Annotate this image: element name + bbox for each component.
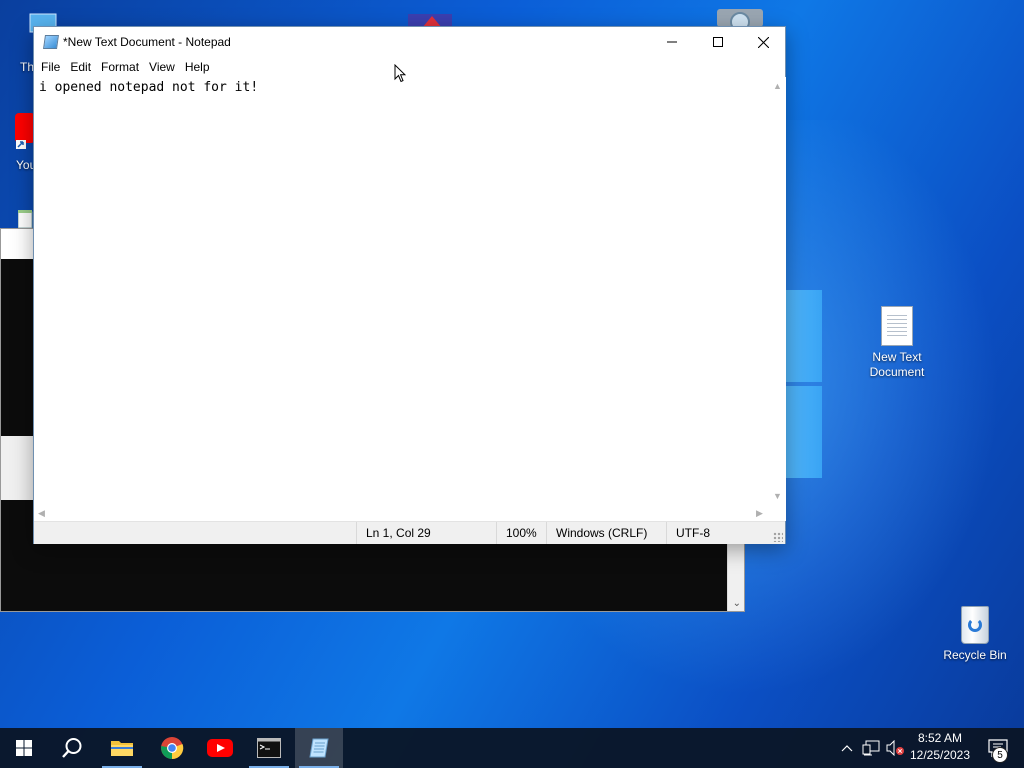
tray-overflow-button[interactable] (838, 728, 856, 768)
chevron-down-icon[interactable]: ▼ (773, 491, 782, 501)
notepad-icon (309, 738, 329, 758)
scrollbar-corner (770, 505, 786, 521)
taskbar-terminal[interactable] (245, 728, 293, 768)
folder-icon (111, 741, 133, 756)
youtube-shortcut-icon[interactable] (15, 113, 35, 149)
windows-logo-icon (16, 740, 32, 756)
text-editor-area[interactable]: i opened notepad not for it! (34, 77, 770, 505)
clock-date: 12/25/2023 (909, 748, 971, 762)
notepad-shortcut-icon[interactable] (17, 210, 34, 229)
notepad-titlebar[interactable]: *New Text Document - Notepad (34, 27, 785, 57)
text-document-icon (881, 306, 913, 346)
status-line-ending: Windows (CRLF) (546, 522, 666, 544)
network-icon (862, 740, 880, 756)
maximize-button[interactable] (695, 27, 741, 57)
network-button[interactable] (860, 728, 882, 768)
chevron-down-icon[interactable]: ⌄ (733, 598, 741, 609)
clock-time: 8:52 AM (917, 731, 963, 745)
search-icon (62, 738, 82, 758)
window-title: *New Text Document - Notepad (63, 35, 231, 49)
volume-muted-icon (886, 740, 904, 756)
notepad-icon (43, 35, 59, 49)
taskbar-file-explorer[interactable] (98, 728, 146, 768)
notepad-window[interactable]: *New Text Document - Notepad File Edit F… (33, 26, 786, 544)
menu-edit[interactable]: Edit (65, 60, 96, 74)
top-desktop-icon-2[interactable] (717, 9, 763, 32)
terminal-white-block (1, 436, 37, 500)
menu-view[interactable]: View (144, 60, 180, 74)
start-button[interactable] (0, 728, 48, 768)
mouse-cursor-icon (394, 64, 406, 83)
desktop-icon-recycle-bin[interactable]: Recycle Bin (936, 602, 1014, 663)
this-pc-label: Th (20, 60, 35, 74)
status-zoom: 100% (496, 522, 546, 544)
desktop-icon-label: Recycle Bin (943, 648, 1007, 662)
close-button[interactable] (740, 27, 786, 57)
minimize-icon (667, 41, 677, 43)
taskbar-notepad[interactable] (295, 728, 343, 768)
chevron-left-icon[interactable]: ◀ (38, 508, 45, 518)
status-cursor-position: Ln 1, Col 29 (356, 522, 496, 544)
status-bar: Ln 1, Col 29 100% Windows (CRLF) UTF-8 (34, 521, 785, 544)
system-clock[interactable]: 8:52 AM 12/25/2023 (904, 730, 976, 764)
taskbar: 8:52 AM 12/25/2023 5 (0, 728, 1024, 768)
vertical-scrollbar[interactable]: ▲ ▼ (770, 77, 786, 505)
recycle-bin-icon (958, 602, 992, 644)
chevron-up-icon[interactable]: ▲ (773, 81, 782, 91)
horizontal-scrollbar[interactable]: ◀ ▶ (34, 505, 770, 521)
minimize-button[interactable] (649, 27, 695, 57)
desktop-icon-new-text-document[interactable]: New Text Document (858, 306, 936, 380)
desktop-icon-label: New Text Document (869, 350, 925, 379)
menu-file[interactable]: File (36, 60, 65, 74)
status-encoding: UTF-8 (666, 522, 786, 544)
editor-text[interactable]: i opened notepad not for it! (39, 80, 258, 95)
chrome-icon (161, 737, 184, 760)
youtube-icon (207, 739, 233, 757)
notification-count-badge: 5 (992, 747, 1008, 763)
menu-bar: File Edit Format View Help (34, 57, 785, 77)
taskbar-chrome[interactable] (148, 728, 196, 768)
chevron-up-icon (841, 745, 853, 752)
resize-grip-icon[interactable] (773, 532, 783, 542)
volume-button[interactable] (884, 728, 906, 768)
menu-help[interactable]: Help (180, 60, 215, 74)
maximize-icon (713, 37, 723, 47)
search-button[interactable] (48, 728, 96, 768)
notification-center-button[interactable]: 5 (978, 728, 1018, 768)
taskbar-youtube[interactable] (196, 728, 244, 768)
chevron-right-icon[interactable]: ▶ (756, 508, 763, 518)
terminal-icon (257, 738, 281, 758)
close-icon (757, 36, 769, 48)
menu-format[interactable]: Format (96, 60, 144, 74)
